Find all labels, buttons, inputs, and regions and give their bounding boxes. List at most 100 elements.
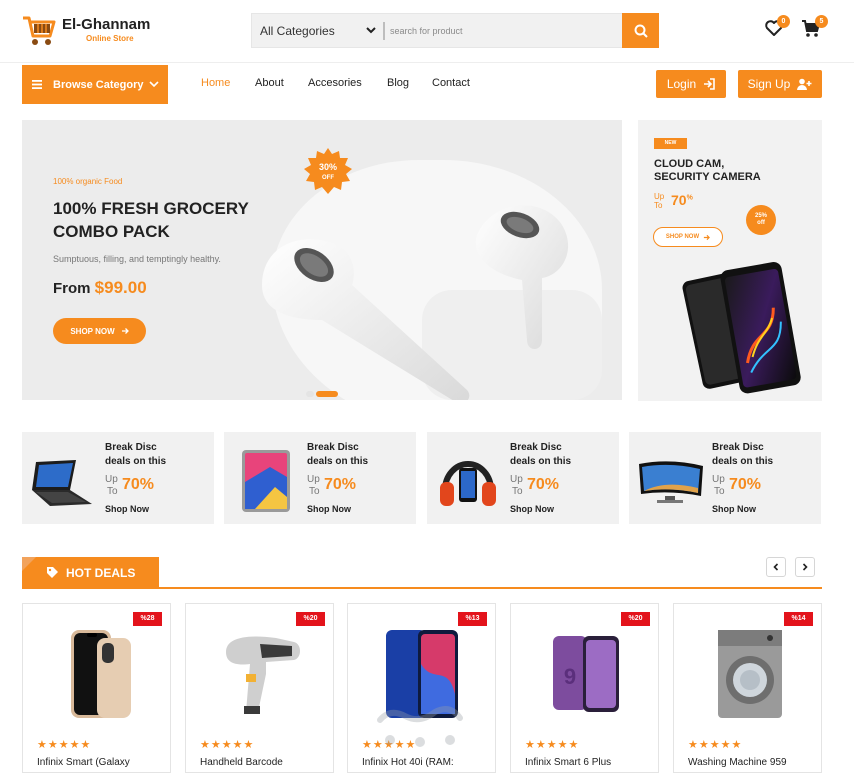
hero-shop-now-button[interactable]: SHOP NOW	[53, 318, 146, 344]
logo[interactable]: El-Ghannam Online Store	[22, 10, 152, 52]
promo-title-line2: deals on this	[307, 456, 369, 467]
galaxy-phone-icon: 9	[553, 636, 619, 712]
promo-title-line2: deals on this	[105, 456, 167, 467]
promo-up-to: Up To	[105, 474, 118, 498]
chevron-down-icon	[149, 81, 159, 88]
signup-label: Sign Up	[747, 77, 791, 91]
login-button[interactable]: Login	[656, 70, 726, 98]
rating-stars: ★★★★★	[37, 739, 92, 751]
tablet-icon	[242, 450, 290, 512]
side-up-to: Up To	[654, 192, 664, 210]
side-pct-sign: %	[686, 194, 693, 202]
nav-link-contact[interactable]: Contact	[432, 77, 470, 89]
hot-deals-prev-button[interactable]	[766, 557, 786, 577]
arrow-right-icon	[121, 328, 129, 334]
user-plus-icon	[797, 78, 812, 90]
hot-deals-tab[interactable]: HOT DEALS	[22, 557, 159, 588]
search-icon	[634, 24, 648, 38]
hero-slider[interactable]: 30% OFF 100% organic Food 100% FRESH GRO…	[22, 120, 622, 400]
promo-shop-now-link[interactable]: Shop Now	[105, 504, 149, 514]
watermark-logo	[377, 706, 463, 747]
sign-in-icon	[704, 78, 715, 90]
side-title-line2: SECURITY CAMERA	[654, 171, 761, 183]
promo-card-tv[interactable]: Break Disc deals on this Up To 70% Shop No…	[629, 432, 821, 524]
browse-category-button[interactable]: Browse Category	[22, 65, 168, 104]
chevron-left-icon	[773, 563, 779, 571]
new-badge: NEW	[654, 138, 687, 149]
side-up-label: Up	[654, 192, 665, 201]
smartphone-image	[682, 262, 801, 394]
promo-title: Break Disc deals on this	[105, 441, 195, 469]
promo-up-label: Up	[307, 474, 320, 485]
nav-link-home[interactable]: Home	[201, 77, 230, 89]
product-name[interactable]: Infinix Smart (Galaxy	[37, 757, 130, 768]
promo-title-line1: Break Disc	[712, 442, 764, 453]
side-banner[interactable]: NEW CLOUD CAM, SECURITY CAMERA Up To 70%…	[638, 120, 822, 401]
product-card[interactable]: %20 ★★★★★ Handheld Barcode	[185, 603, 334, 773]
promo-title: Break Disc deals on this	[712, 441, 802, 469]
chevron-right-icon	[802, 563, 808, 571]
search-divider	[383, 22, 385, 40]
promo-card-headphones[interactable]: Break Disc deals on this Up To 70% Shop No…	[427, 432, 619, 524]
search-button[interactable]	[622, 13, 659, 48]
promo-to-label: To	[107, 486, 118, 497]
promo-card-laptop[interactable]: Break Disc deals on this Up To 70% Shop No…	[22, 432, 214, 524]
promo-pct: 70%	[324, 476, 357, 493]
side-seal-pct: 25%	[754, 213, 767, 219]
barcode-scanner-icon	[226, 636, 300, 714]
side-shop-now-button[interactable]: SHOP NOW	[653, 227, 723, 247]
product-card[interactable]: %28 ★★★★★ Infinix Smart (Galaxy	[22, 603, 171, 773]
wishlist-count-badge: 0	[777, 15, 790, 28]
brand-tagline: Online Store	[86, 34, 134, 43]
slider-dot[interactable]	[306, 391, 314, 397]
hot-deals-title: HOT DEALS	[66, 565, 136, 580]
slider-dot-active[interactable]	[316, 391, 338, 397]
product-name[interactable]: Washing Machine 959	[688, 757, 787, 768]
hero-description: Sumptuous, filling, and temptingly healt…	[53, 254, 221, 264]
iphone-icon	[71, 630, 131, 718]
promo-title-line1: Break Disc	[307, 442, 359, 453]
side-discount-seal: 25% off	[746, 205, 776, 235]
chevron-down-icon[interactable]	[365, 23, 377, 37]
promo-title-line2: deals on this	[510, 456, 572, 467]
hero-seal-off: OFF	[322, 175, 334, 181]
promo-card-tablet[interactable]: Break Disc deals on this Up To 70% Shop No…	[224, 432, 416, 524]
wishlist-button[interactable]: 0	[764, 15, 790, 42]
nav-link-blog[interactable]: Blog	[387, 77, 409, 89]
cart-button[interactable]: 5	[801, 15, 828, 43]
rating-stars: ★★★★★	[200, 739, 255, 751]
promo-shop-now-link[interactable]: Shop Now	[712, 504, 756, 514]
promo-shop-now-link[interactable]: Shop Now	[510, 504, 554, 514]
promo-up-to: Up To	[307, 474, 320, 498]
signup-button[interactable]: Sign Up	[738, 70, 822, 98]
menu-icon	[32, 80, 42, 89]
earbuds-image	[262, 205, 602, 400]
promo-pct: 70%	[729, 476, 762, 493]
promo-title-line2: deals on this	[712, 456, 774, 467]
side-to-label: To	[654, 201, 663, 210]
side-pct-value: 70	[671, 192, 687, 208]
product-name[interactable]: Handheld Barcode	[200, 757, 283, 768]
product-name[interactable]: Infinix Smart 6 Plus	[525, 757, 611, 768]
search-bar: All Categories	[251, 13, 659, 48]
nav-link-accesories[interactable]: Accesories	[308, 77, 362, 89]
hot-deals-next-button[interactable]	[795, 557, 815, 577]
side-button-label: SHOP NOW	[665, 234, 700, 240]
browse-category-label: Browse Category	[53, 79, 144, 91]
hero-subtitle: 100% organic Food	[53, 177, 123, 186]
category-select[interactable]: All Categories	[260, 24, 335, 38]
search-input[interactable]	[390, 18, 615, 43]
hero-seal-pct: 30%	[319, 162, 337, 172]
promo-title: Break Disc deals on this	[307, 441, 397, 469]
promo-up-label: Up	[105, 474, 118, 485]
login-label: Login	[666, 77, 697, 91]
product-card[interactable]: %14 ★★★★★ Washing Machine 959	[673, 603, 822, 773]
price-value: $99.00	[94, 278, 147, 297]
product-card[interactable]: %20 9 ★★★★★ Infinix Smart 6 Plus	[510, 603, 659, 773]
cart-count-badge: 5	[815, 15, 828, 28]
side-banner-title: CLOUD CAM, SECURITY CAMERA	[654, 158, 814, 184]
price-prefix: From	[53, 280, 91, 297]
nav-link-about[interactable]: About	[255, 77, 284, 89]
promo-to-label: To	[512, 486, 523, 497]
promo-shop-now-link[interactable]: Shop Now	[307, 504, 351, 514]
